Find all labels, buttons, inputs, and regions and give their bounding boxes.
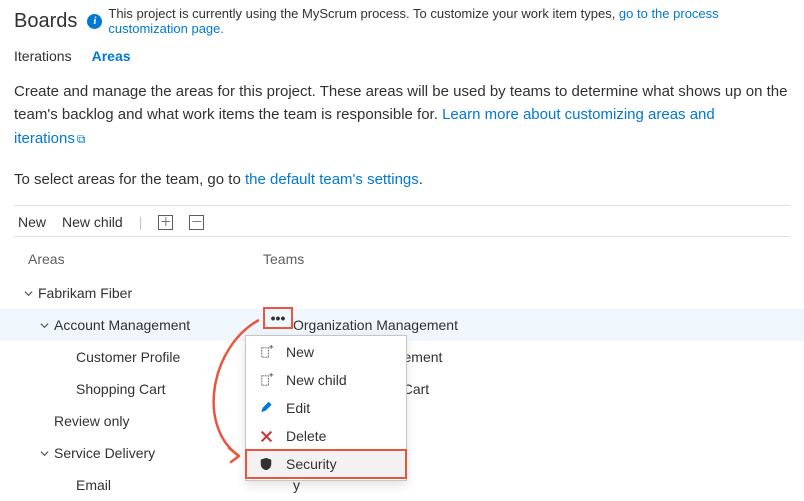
column-header-areas: Areas <box>28 251 263 267</box>
menu-item-new[interactable]: New <box>246 338 406 366</box>
tab-iterations[interactable]: Iterations <box>14 46 72 66</box>
area-label: Customer Profile <box>76 349 180 365</box>
menu-label: Edit <box>286 400 310 416</box>
area-cell: Review only <box>22 413 263 429</box>
area-label: Fabrikam Fiber <box>38 285 132 301</box>
expand-icon[interactable]: ＋ <box>158 215 173 230</box>
area-label: Review only <box>54 413 129 429</box>
new-area-icon <box>258 344 274 360</box>
divider <box>14 205 790 206</box>
more-actions-button[interactable]: ••• <box>263 307 293 329</box>
default-team-settings-link[interactable]: the default team's settings <box>245 171 419 188</box>
menu-item-delete[interactable]: Delete <box>246 422 406 450</box>
chevron-down-icon[interactable] <box>22 289 34 298</box>
teams-cell: Organization Management <box>263 317 804 333</box>
collapse-icon[interactable]: － <box>189 215 204 230</box>
area-label: Service Delivery <box>54 445 155 461</box>
intro-line2-before: To select areas for the team, go to <box>14 171 245 188</box>
intro-paragraph-2: To select areas for the team, go to the … <box>0 154 804 195</box>
area-cell: Fabrikam Fiber <box>22 285 263 301</box>
chevron-down-icon[interactable] <box>38 449 50 458</box>
area-label: Account Management <box>54 317 190 333</box>
new-button[interactable]: New <box>18 214 46 230</box>
column-header-teams: Teams <box>263 251 804 267</box>
info-banner: i This project is currently using the My… <box>87 6 790 36</box>
banner-text: This project is currently using the MySc… <box>108 6 619 21</box>
area-cell: Email <box>22 477 263 493</box>
column-headers: Areas Teams <box>0 241 804 277</box>
new-child-button[interactable]: New child <box>62 214 123 230</box>
menu-item-edit[interactable]: Edit <box>246 394 406 422</box>
ellipsis-icon: ••• <box>271 310 286 326</box>
chevron-down-icon[interactable] <box>38 321 50 330</box>
tab-areas[interactable]: Areas <box>92 46 131 66</box>
table-row[interactable]: Fabrikam Fiber <box>0 277 804 309</box>
context-menu: New New child Edit Delete Security <box>245 335 407 481</box>
page-title: Boards <box>14 10 77 33</box>
shield-icon <box>258 456 274 472</box>
area-cell: Account Management <box>22 317 263 333</box>
area-label: Shopping Cart <box>76 381 166 397</box>
info-icon: i <box>87 14 102 29</box>
intro-paragraph: Create and manage the areas for this pro… <box>0 76 804 154</box>
area-label: Email <box>76 477 111 493</box>
new-child-area-icon <box>258 372 274 388</box>
menu-label: Delete <box>286 428 326 444</box>
divider <box>14 236 790 237</box>
tabs: Iterations Areas <box>0 46 804 76</box>
menu-item-new-child[interactable]: New child <box>246 366 406 394</box>
external-link-icon: ⧉ <box>77 132 86 146</box>
menu-item-security[interactable]: Security <box>246 450 406 478</box>
pencil-icon <box>258 400 274 416</box>
area-cell: Service Delivery <box>22 445 263 461</box>
area-cell: Customer Profile <box>22 349 263 365</box>
toolbar: New New child | ＋ － <box>0 210 804 236</box>
menu-label: New child <box>286 372 347 388</box>
menu-label: New <box>286 344 314 360</box>
toolbar-separator: | <box>139 214 143 230</box>
delete-icon <box>258 428 274 444</box>
menu-label: Security <box>286 456 337 472</box>
area-cell: Shopping Cart <box>22 381 263 397</box>
intro-line2-after: . <box>419 171 423 188</box>
